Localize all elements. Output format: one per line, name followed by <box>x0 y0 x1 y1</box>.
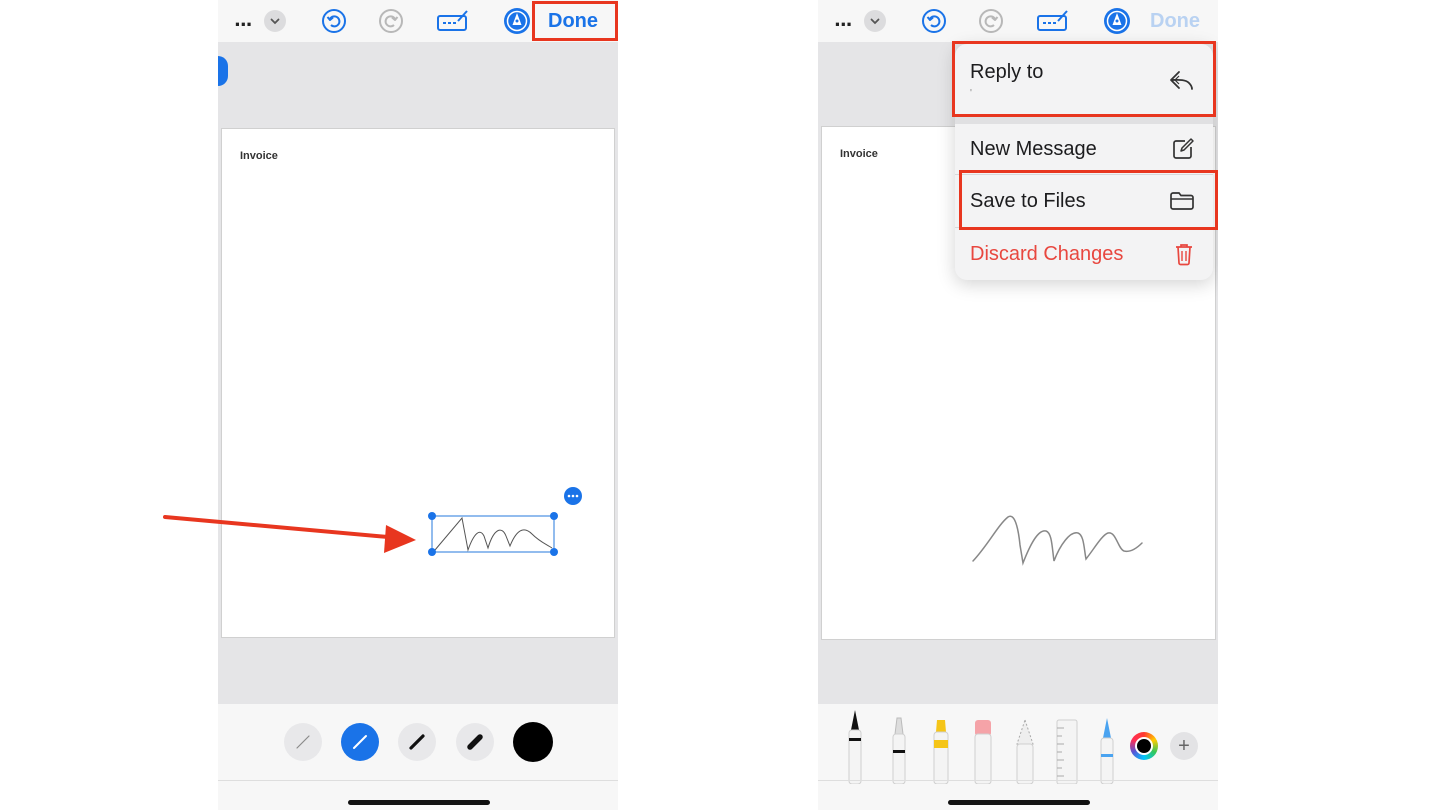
signature-icon[interactable] <box>1036 6 1070 36</box>
bottom-divider <box>818 780 1218 781</box>
redo-icon[interactable] <box>978 6 1004 36</box>
trash-icon <box>1173 242 1195 266</box>
marker-stroke-option[interactable] <box>456 723 494 761</box>
compose-icon <box>1171 137 1195 161</box>
discard-changes-menu-item[interactable]: Discard Changes <box>955 228 1213 280</box>
undo-icon[interactable] <box>321 6 347 36</box>
document-title: Invoice <box>840 148 878 160</box>
selected-signature[interactable] <box>422 478 592 568</box>
eraser-tool-icon[interactable] <box>968 716 998 784</box>
lasso-tool-icon[interactable] <box>1010 716 1040 784</box>
markup-toolbar: ... Done <box>818 0 1218 42</box>
selected-color-dot <box>1137 739 1151 753</box>
more-button[interactable]: ... <box>834 6 852 36</box>
signature-drawing <box>972 515 1143 566</box>
bottom-divider <box>218 780 618 781</box>
thin-stroke-option[interactable] <box>284 723 322 761</box>
more-button[interactable]: ... <box>234 6 252 36</box>
pen-tip-icon[interactable] <box>1103 6 1131 36</box>
black-color-swatch[interactable] <box>513 722 553 762</box>
ruler-tool-icon[interactable] <box>1052 716 1082 784</box>
chevron-down-icon[interactable] <box>864 10 886 32</box>
stage: ... Done Invoice ... Done Invoice Reply … <box>0 0 1440 810</box>
home-indicator[interactable] <box>348 800 490 805</box>
color-wheel-icon[interactable] <box>1130 732 1158 760</box>
undo-icon[interactable] <box>921 6 947 36</box>
pen-tip-icon[interactable] <box>503 6 531 36</box>
discard-changes-label: Discard Changes <box>970 242 1124 265</box>
done-highlight-box <box>532 1 618 41</box>
marker-tool-icon[interactable] <box>884 716 914 784</box>
chevron-down-icon[interactable] <box>264 10 286 32</box>
highlighter-tool-icon[interactable] <box>926 716 956 784</box>
redo-icon[interactable] <box>378 6 404 36</box>
menu-section-divider <box>955 116 1213 124</box>
new-message-menu-item[interactable]: New Message <box>955 124 1213 174</box>
signature-icon[interactable] <box>436 6 470 36</box>
medium-stroke-option[interactable] <box>341 723 379 761</box>
new-message-label: New Message <box>970 137 1097 160</box>
left-phone-screen: ... Done Invoice <box>218 0 618 810</box>
document-title: Invoice <box>240 150 278 162</box>
add-tool-button[interactable]: + <box>1170 732 1198 760</box>
home-indicator[interactable] <box>948 800 1090 805</box>
reply-highlight-box <box>952 41 1216 117</box>
thick-stroke-option[interactable] <box>398 723 436 761</box>
save-highlight-box <box>959 170 1218 230</box>
pen-tool-icon[interactable] <box>840 708 870 784</box>
arrow-annotation-icon <box>163 515 416 553</box>
done-button[interactable]: Done <box>1150 6 1200 36</box>
fountain-pen-tool-icon[interactable] <box>1092 716 1122 784</box>
right-phone-screen: ... Done Invoice Reply to ' New Message … <box>818 0 1218 810</box>
